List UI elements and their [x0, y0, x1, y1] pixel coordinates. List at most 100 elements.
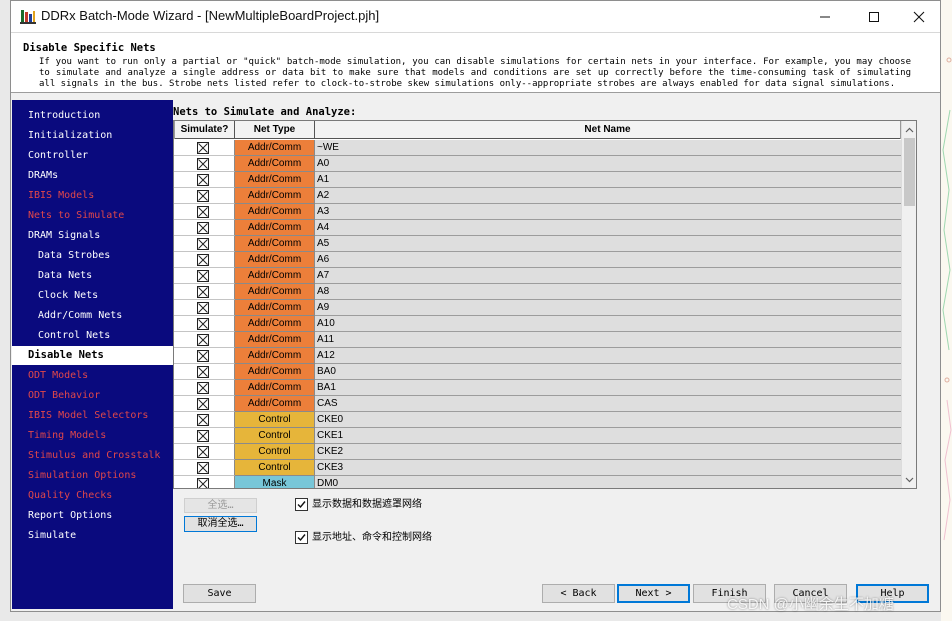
- sidebar-item-ibis-models[interactable]: IBIS Models: [12, 186, 173, 205]
- sidebar-item-drams[interactable]: DRAMs: [12, 166, 173, 185]
- simulate-cell[interactable]: [174, 188, 235, 204]
- simulate-checkbox[interactable]: [197, 478, 209, 488]
- simulate-cell[interactable]: [174, 396, 235, 412]
- save-button[interactable]: Save: [183, 584, 256, 603]
- table-row[interactable]: Addr/Comm ~WE: [174, 140, 901, 156]
- column-header-simulate[interactable]: Simulate?: [174, 121, 235, 139]
- simulate-checkbox[interactable]: [197, 398, 209, 410]
- sidebar-item-stimulus-and-crosstalk[interactable]: Stimulus and Crosstalk: [12, 446, 173, 465]
- sidebar-item-simulation-options[interactable]: Simulation Options: [12, 466, 173, 485]
- simulate-checkbox[interactable]: [197, 206, 209, 218]
- table-row[interactable]: Addr/Comm A2: [174, 188, 901, 204]
- table-row[interactable]: Addr/Comm A10: [174, 316, 901, 332]
- sidebar-item-odt-behavior[interactable]: ODT Behavior: [12, 386, 173, 405]
- simulate-cell[interactable]: [174, 348, 235, 364]
- sidebar-item-controller[interactable]: Controller: [12, 146, 173, 165]
- close-button[interactable]: [896, 1, 942, 32]
- table-row[interactable]: Addr/Comm BA0: [174, 364, 901, 380]
- sidebar-item-data-nets[interactable]: Data Nets: [12, 266, 173, 285]
- simulate-checkbox[interactable]: [197, 350, 209, 362]
- table-row[interactable]: Addr/Comm A0: [174, 156, 901, 172]
- simulate-checkbox[interactable]: [197, 318, 209, 330]
- simulate-checkbox[interactable]: [197, 366, 209, 378]
- table-row[interactable]: Addr/Comm A7: [174, 268, 901, 284]
- simulate-checkbox[interactable]: [197, 430, 209, 442]
- simulate-cell[interactable]: [174, 284, 235, 300]
- simulate-checkbox[interactable]: [197, 334, 209, 346]
- select-all-button[interactable]: 全选…: [184, 498, 257, 513]
- sidebar-item-odt-models[interactable]: ODT Models: [12, 366, 173, 385]
- title-bar[interactable]: DDRx Batch-Mode Wizard - [NewMultipleBoa…: [11, 1, 940, 32]
- table-row[interactable]: Control CKE0: [174, 412, 901, 428]
- column-header-net-type[interactable]: Net Type: [235, 121, 315, 139]
- simulate-cell[interactable]: [174, 156, 235, 172]
- scroll-up-button[interactable]: [902, 121, 916, 138]
- scroll-thumb[interactable]: [904, 138, 915, 206]
- simulate-checkbox[interactable]: [197, 414, 209, 426]
- sidebar-item-ibis-model-selectors[interactable]: IBIS Model Selectors: [12, 406, 173, 425]
- table-vertical-scrollbar[interactable]: [901, 121, 916, 488]
- simulate-checkbox[interactable]: [197, 302, 209, 314]
- simulate-checkbox[interactable]: [197, 462, 209, 474]
- sidebar-item-report-options[interactable]: Report Options: [12, 506, 173, 525]
- show-data-nets-checkbox[interactable]: [295, 498, 308, 511]
- column-header-net-name[interactable]: Net Name: [315, 121, 901, 139]
- table-row[interactable]: Addr/Comm BA1: [174, 380, 901, 396]
- simulate-checkbox[interactable]: [197, 254, 209, 266]
- simulate-checkbox[interactable]: [197, 270, 209, 282]
- scroll-down-button[interactable]: [902, 471, 916, 488]
- sidebar-item-addr-comm-nets[interactable]: Addr/Comm Nets: [12, 306, 173, 325]
- table-row[interactable]: Control CKE3: [174, 460, 901, 476]
- table-row[interactable]: Mask DM0: [174, 476, 901, 488]
- sidebar-item-introduction[interactable]: Introduction: [12, 106, 173, 125]
- simulate-cell[interactable]: [174, 268, 235, 284]
- simulate-checkbox[interactable]: [197, 382, 209, 394]
- simulate-checkbox[interactable]: [197, 446, 209, 458]
- back-button[interactable]: < Back: [542, 584, 615, 603]
- deselect-all-button[interactable]: 取消全选…: [184, 516, 257, 532]
- simulate-cell[interactable]: [174, 204, 235, 220]
- simulate-checkbox[interactable]: [197, 174, 209, 186]
- sidebar-item-simulate[interactable]: Simulate: [12, 526, 173, 545]
- simulate-checkbox[interactable]: [197, 222, 209, 234]
- sidebar-item-data-strobes[interactable]: Data Strobes: [12, 246, 173, 265]
- table-row[interactable]: Addr/Comm A12: [174, 348, 901, 364]
- sidebar-item-timing-models[interactable]: Timing Models: [12, 426, 173, 445]
- simulate-cell[interactable]: [174, 444, 235, 460]
- maximize-button[interactable]: [851, 1, 897, 32]
- sidebar-item-clock-nets[interactable]: Clock Nets: [12, 286, 173, 305]
- simulate-cell[interactable]: [174, 172, 235, 188]
- simulate-cell[interactable]: [174, 316, 235, 332]
- table-row[interactable]: Addr/Comm A11: [174, 332, 901, 348]
- simulate-cell[interactable]: [174, 428, 235, 444]
- sidebar-item-nets-to-simulate[interactable]: Nets to Simulate: [12, 206, 173, 225]
- table-row[interactable]: Addr/Comm A6: [174, 252, 901, 268]
- table-row[interactable]: Addr/Comm A3: [174, 204, 901, 220]
- simulate-cell[interactable]: [174, 220, 235, 236]
- simulate-cell[interactable]: [174, 412, 235, 428]
- simulate-cell[interactable]: [174, 364, 235, 380]
- table-row[interactable]: Addr/Comm CAS: [174, 396, 901, 412]
- table-row[interactable]: Addr/Comm A8: [174, 284, 901, 300]
- simulate-cell[interactable]: [174, 332, 235, 348]
- simulate-checkbox[interactable]: [197, 190, 209, 202]
- table-row[interactable]: Addr/Comm A1: [174, 172, 901, 188]
- table-row[interactable]: Addr/Comm A4: [174, 220, 901, 236]
- table-row[interactable]: Control CKE2: [174, 444, 901, 460]
- next-button[interactable]: Next >: [617, 584, 690, 603]
- table-row[interactable]: Control CKE1: [174, 428, 901, 444]
- simulate-cell[interactable]: [174, 300, 235, 316]
- simulate-checkbox[interactable]: [197, 158, 209, 170]
- simulate-checkbox[interactable]: [197, 286, 209, 298]
- table-row[interactable]: Addr/Comm A9: [174, 300, 901, 316]
- simulate-cell[interactable]: [174, 380, 235, 396]
- sidebar-item-initialization[interactable]: Initialization: [12, 126, 173, 145]
- sidebar-item-disable-nets[interactable]: Disable Nets: [12, 346, 173, 365]
- simulate-checkbox[interactable]: [197, 142, 209, 154]
- simulate-cell[interactable]: [174, 140, 235, 156]
- sidebar-item-quality-checks[interactable]: Quality Checks: [12, 486, 173, 505]
- simulate-cell[interactable]: [174, 476, 235, 488]
- sidebar-item-control-nets[interactable]: Control Nets: [12, 326, 173, 345]
- simulate-checkbox[interactable]: [197, 238, 209, 250]
- simulate-cell[interactable]: [174, 460, 235, 476]
